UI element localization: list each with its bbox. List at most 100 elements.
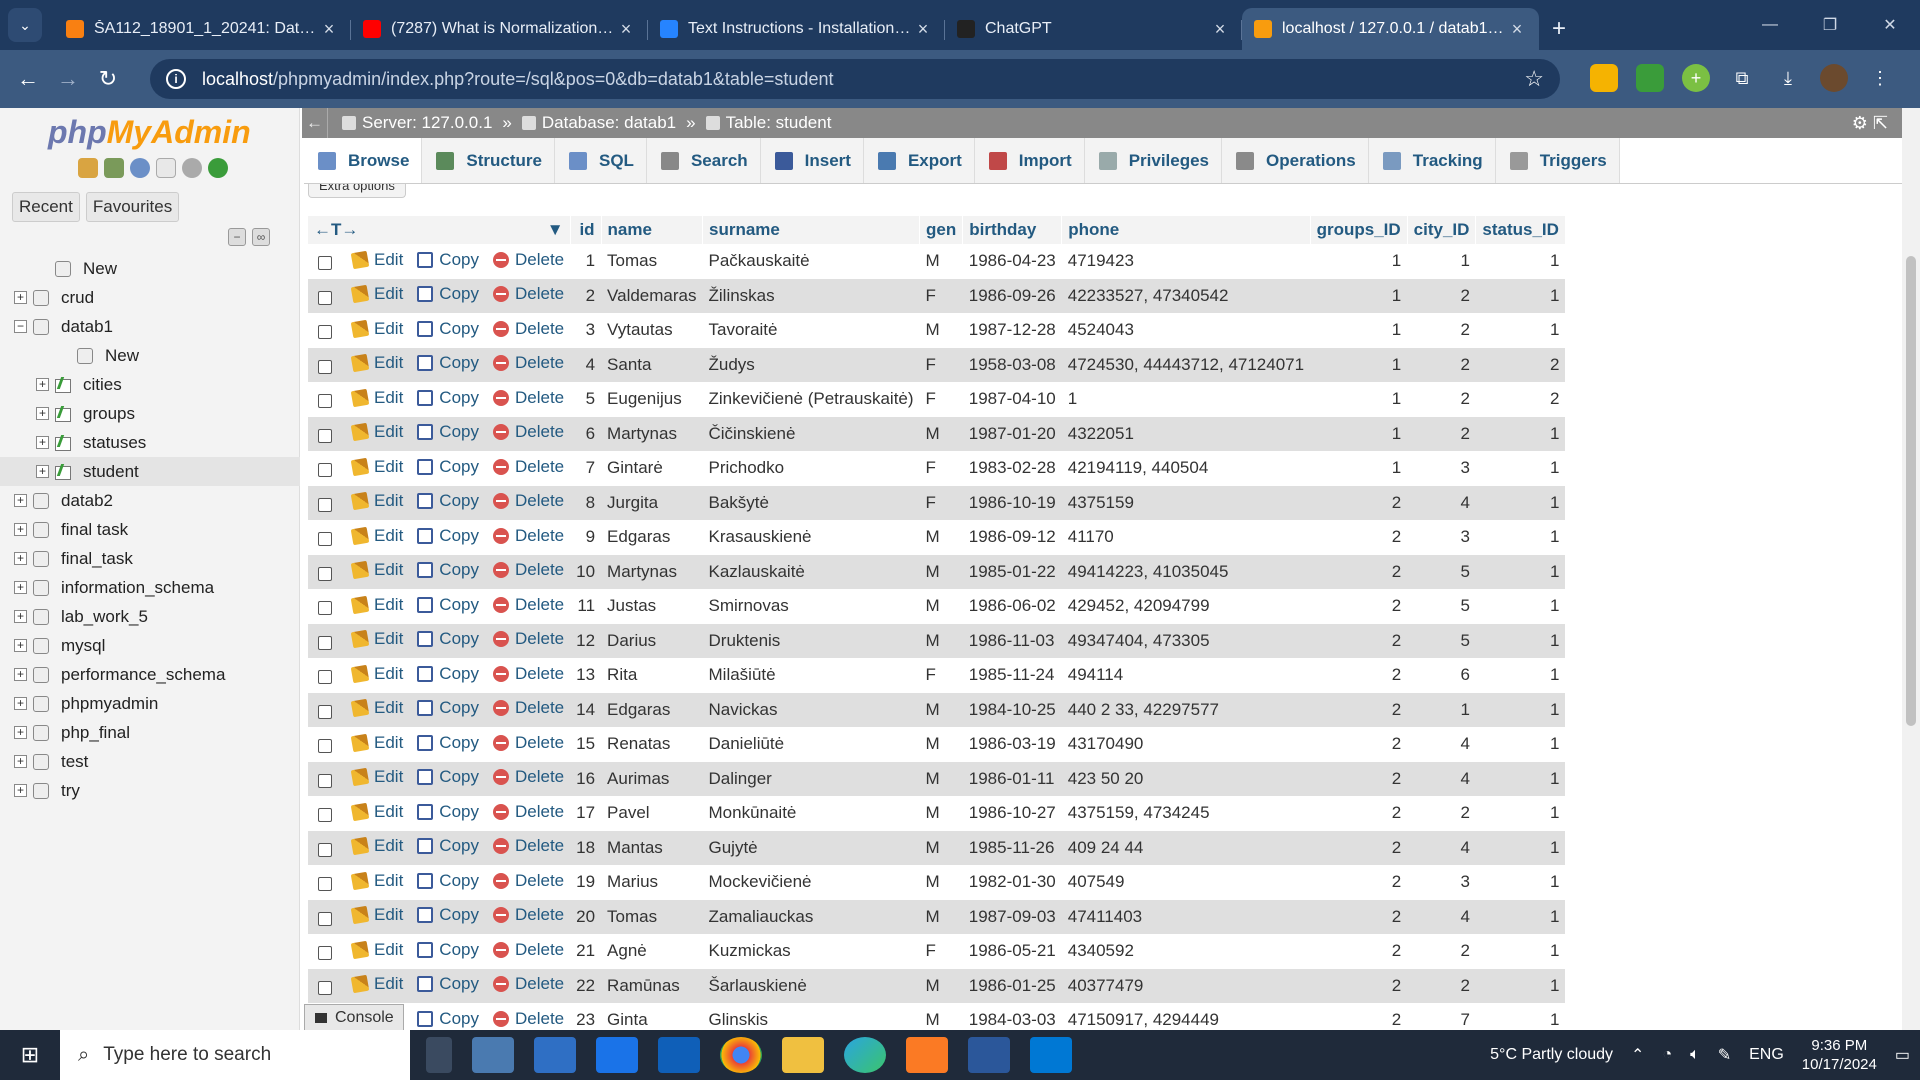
network-icon[interactable]: ◔ <box>1662 1046 1672 1064</box>
row-checkbox[interactable] <box>318 946 332 961</box>
edit-button[interactable]: Edit <box>350 871 403 891</box>
cell-birthday[interactable]: 1986-11-03 <box>962 623 1062 658</box>
column-header-name[interactable]: name <box>601 216 704 244</box>
copy-button[interactable]: Copy <box>417 491 479 511</box>
cell-phone[interactable]: 4724530, 44443712, 47124071 <box>1061 347 1311 382</box>
row-checkbox[interactable] <box>318 911 332 926</box>
cell-phone[interactable]: 4375159, 4734245 <box>1061 796 1311 831</box>
cell-birthday[interactable]: 1987-01-20 <box>962 416 1062 451</box>
delete-button[interactable]: Delete <box>492 940 564 960</box>
copy-button[interactable]: Copy <box>417 353 479 373</box>
cell-gen[interactable]: M <box>919 761 963 796</box>
cell-groups_id[interactable]: 2 <box>1310 520 1408 555</box>
breadcrumb-database[interactable]: Database: datab1 <box>521 113 676 133</box>
cell-id[interactable]: 20 <box>570 899 602 934</box>
extension-icon[interactable]: + <box>1682 64 1710 92</box>
cell-surname[interactable]: Pačkauskaitė <box>702 244 920 279</box>
cell-phone[interactable]: 4719423 <box>1061 244 1311 279</box>
cell-name[interactable]: Aurimas <box>601 761 703 796</box>
row-checkbox[interactable] <box>318 394 332 409</box>
tree-item-crud[interactable]: + crud <box>0 283 300 312</box>
cell-city_id[interactable]: 4 <box>1407 727 1476 762</box>
expand-icon[interactable]: + <box>36 378 49 391</box>
windows-start-icon[interactable]: ⊞ <box>0 1042 60 1068</box>
cell-id[interactable]: 1 <box>570 244 602 279</box>
home-icon[interactable] <box>78 158 98 178</box>
cell-id[interactable]: 12 <box>570 623 602 658</box>
row-checkbox[interactable] <box>318 635 332 650</box>
cell-surname[interactable]: Kazlauskaitė <box>702 554 920 589</box>
expand-icon[interactable]: + <box>14 552 27 565</box>
cell-surname[interactable]: Prichodko <box>702 451 920 486</box>
tab-search-button[interactable]: ⌄ <box>8 8 42 42</box>
cell-groups_id[interactable]: 2 <box>1310 899 1408 934</box>
cell-name[interactable]: Martynas <box>601 554 703 589</box>
cell-groups_id[interactable]: 1 <box>1310 347 1408 382</box>
edge-icon[interactable] <box>844 1037 886 1073</box>
scrollbar-thumb[interactable] <box>1906 256 1916 726</box>
tree-item-test[interactable]: + test <box>0 747 300 776</box>
cell-groups_id[interactable]: 2 <box>1310 623 1408 658</box>
expand-icon[interactable]: + <box>14 610 27 623</box>
cell-surname[interactable]: Krasauskienė <box>702 520 920 555</box>
cell-city_id[interactable]: 3 <box>1407 865 1476 900</box>
cell-status_id[interactable]: 1 <box>1475 727 1566 762</box>
cell-surname[interactable]: Žilinskas <box>702 278 920 313</box>
cell-surname[interactable]: Milašiūtė <box>702 658 920 693</box>
breadcrumb-server[interactable]: Server: 127.0.0.1 <box>342 113 492 133</box>
cell-city_id[interactable]: 4 <box>1407 830 1476 865</box>
cell-surname[interactable]: Gujytė <box>702 830 920 865</box>
cell-groups_id[interactable]: 1 <box>1310 451 1408 486</box>
delete-button[interactable]: Delete <box>492 526 564 546</box>
profile-avatar[interactable] <box>1820 64 1848 92</box>
delete-button[interactable]: Delete <box>492 698 564 718</box>
cell-status_id[interactable]: 1 <box>1475 244 1566 279</box>
delete-button[interactable]: Delete <box>492 836 564 856</box>
copy-button[interactable]: Copy <box>417 284 479 304</box>
cell-gen[interactable]: F <box>919 347 963 382</box>
cell-status_id[interactable]: 1 <box>1475 520 1566 555</box>
collapse-all-icon[interactable]: − <box>228 228 246 246</box>
copy-button[interactable]: Copy <box>417 457 479 477</box>
row-checkbox[interactable] <box>318 773 332 788</box>
mail-icon[interactable] <box>596 1037 638 1073</box>
cell-phone[interactable]: 407549 <box>1061 865 1311 900</box>
expand-icon[interactable]: + <box>14 755 27 768</box>
cell-phone[interactable]: 42233527, 47340542 <box>1061 278 1311 313</box>
clock[interactable]: 9:36 PM 10/17/2024 <box>1802 1036 1877 1074</box>
cell-name[interactable]: Eugenijus <box>601 382 703 417</box>
row-checkbox[interactable] <box>318 428 332 443</box>
cell-surname[interactable]: Druktenis <box>702 623 920 658</box>
cell-city_id[interactable]: 2 <box>1407 968 1476 1003</box>
cell-status_id[interactable]: 1 <box>1475 796 1566 831</box>
copy-button[interactable]: Copy <box>417 733 479 753</box>
copy-button[interactable]: Copy <box>417 388 479 408</box>
delete-button[interactable]: Delete <box>492 1009 564 1029</box>
cell-surname[interactable]: Bakšytė <box>702 485 920 520</box>
cell-name[interactable]: Vytautas <box>601 313 703 348</box>
cell-id[interactable]: 13 <box>570 658 602 693</box>
cell-id[interactable]: 19 <box>570 865 602 900</box>
copy-button[interactable]: Copy <box>417 940 479 960</box>
edit-button[interactable]: Edit <box>350 388 403 408</box>
tree-item-try[interactable]: + try <box>0 776 300 805</box>
edit-button[interactable]: Edit <box>350 353 403 373</box>
cell-city_id[interactable]: 2 <box>1407 278 1476 313</box>
edit-button[interactable]: Edit <box>350 319 403 339</box>
cell-status_id[interactable]: 1 <box>1475 761 1566 796</box>
cell-status_id[interactable]: 2 <box>1475 347 1566 382</box>
sort-dropdown-icon[interactable]: ▼ <box>547 220 564 240</box>
cell-gen[interactable]: F <box>919 485 963 520</box>
edit-button[interactable]: Edit <box>350 974 403 994</box>
tab-privileges[interactable]: Privileges <box>1084 138 1223 183</box>
docs-icon[interactable] <box>156 158 176 178</box>
row-checkbox[interactable] <box>318 739 332 754</box>
task-view-icon[interactable] <box>426 1037 452 1073</box>
column-header-surname[interactable]: surname <box>702 216 921 244</box>
cell-gen[interactable]: F <box>919 382 963 417</box>
cell-birthday[interactable]: 1985-01-22 <box>962 554 1062 589</box>
cell-name[interactable]: Tomas <box>601 244 703 279</box>
expand-icon[interactable]: + <box>14 639 27 652</box>
row-checkbox[interactable] <box>318 670 332 685</box>
tab-tracking[interactable]: Tracking <box>1368 138 1496 183</box>
